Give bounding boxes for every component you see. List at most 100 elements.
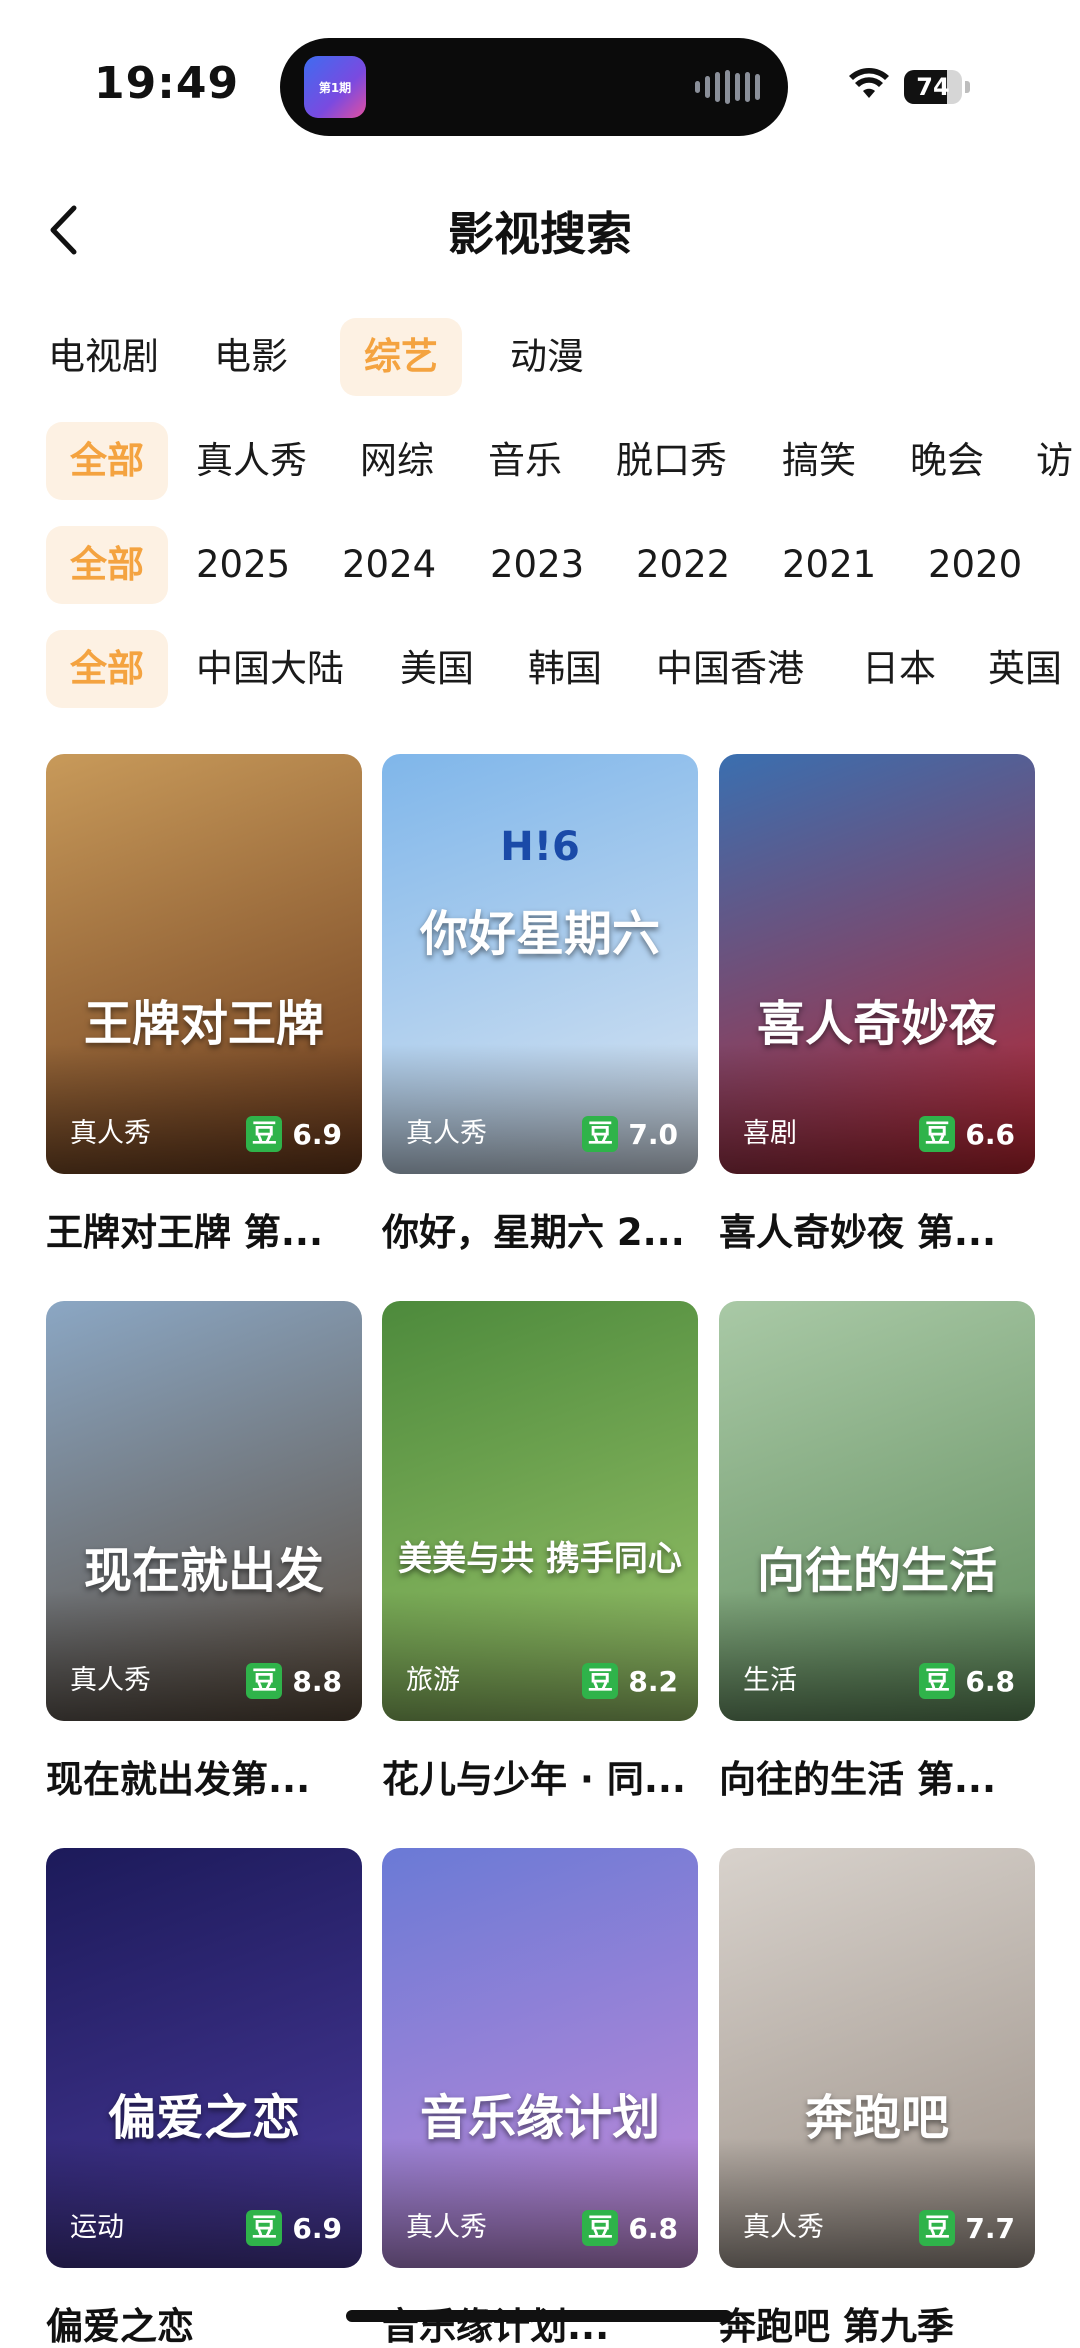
- genre-filter-reality[interactable]: 真人秀: [172, 422, 331, 500]
- region-filter-korea[interactable]: 韩国: [504, 630, 626, 708]
- genre-tag: 旅游: [406, 1665, 460, 1696]
- genre-tag: 真人秀: [406, 1118, 487, 1149]
- douban-icon: 豆: [582, 2210, 619, 2246]
- genre-filter-web[interactable]: 网综: [336, 422, 458, 500]
- rating-score: 8.2: [628, 1664, 678, 1698]
- douban-rating: 豆 7.7: [919, 2210, 1015, 2246]
- douban-rating: 豆 6.8: [582, 2210, 678, 2246]
- home-indicator[interactable]: [346, 2310, 732, 2322]
- tab-movie[interactable]: 电影: [190, 318, 312, 396]
- show-card[interactable]: 现在就出发 真人秀豆 8.8 现在就出发第...: [46, 1301, 362, 1803]
- douban-rating: 豆 6.9: [246, 1116, 342, 1152]
- wifi-icon: [849, 68, 889, 98]
- region-filter-hongkong[interactable]: 中国香港: [632, 630, 828, 708]
- poster-title: 你好星期六: [419, 906, 660, 962]
- douban-icon: 豆: [582, 1663, 619, 1699]
- show-poster[interactable]: 偏爱之恋 运动豆 6.9: [46, 1848, 362, 2268]
- live-activity-badge: 第1期: [318, 80, 352, 95]
- show-title[interactable]: 喜人奇妙夜 第...: [719, 1202, 1039, 1256]
- genre-tag: 喜剧: [743, 1118, 797, 1149]
- live-activity-app-icon[interactable]: 第1期: [304, 56, 366, 118]
- rating-score: 6.8: [965, 1664, 1015, 1698]
- show-title[interactable]: 现在就出发第...: [46, 1749, 366, 1803]
- douban-icon: 豆: [246, 1116, 283, 1152]
- show-card[interactable]: 偏爱之恋 运动豆 6.9 偏爱之恋: [46, 1848, 362, 2348]
- genre-tag: 真人秀: [70, 1665, 151, 1696]
- douban-icon: 豆: [582, 1116, 619, 1152]
- show-title[interactable]: 奔跑吧 第九季: [719, 2296, 1039, 2348]
- show-title[interactable]: 音乐缘计划...: [382, 2296, 702, 2348]
- show-card[interactable]: 音乐缘计划 真人秀豆 6.8 音乐缘计划...: [382, 1848, 698, 2348]
- genre-filter-all[interactable]: 全部: [46, 422, 168, 500]
- show-title[interactable]: 你好，星期六 2...: [382, 1202, 702, 1256]
- douban-icon: 豆: [246, 2210, 283, 2246]
- douban-icon: 豆: [919, 1116, 956, 1152]
- show-card[interactable]: 奔跑吧 真人秀豆 7.7 奔跑吧 第九季: [719, 1848, 1035, 2348]
- show-card[interactable]: 喜人奇妙夜 喜剧豆 6.6 喜人奇妙夜 第...: [719, 754, 1035, 1256]
- douban-rating: 豆 6.6: [919, 1116, 1015, 1152]
- region-filter-mainland[interactable]: 中国大陆: [172, 630, 368, 708]
- genre-filter-interview[interactable]: 访: [1012, 422, 1080, 500]
- douban-rating: 豆 6.9: [246, 2210, 342, 2246]
- show-title[interactable]: 向往的生活 第...: [719, 1749, 1039, 1803]
- douban-rating: 豆 8.2: [582, 1663, 678, 1699]
- rating-score: 6.9: [292, 2211, 342, 2245]
- douban-icon: 豆: [246, 1663, 283, 1699]
- show-poster[interactable]: 音乐缘计划 真人秀豆 6.8: [382, 1848, 698, 2268]
- rating-score: 8.8: [292, 1664, 342, 1698]
- douban-rating: 豆 6.8: [919, 1663, 1015, 1699]
- year-filter-2023[interactable]: 2023: [466, 526, 608, 604]
- genre-filter-music[interactable]: 音乐: [464, 422, 586, 500]
- genre-tag: 真人秀: [70, 1118, 151, 1149]
- genre-filter-gala[interactable]: 晚会: [886, 422, 1008, 500]
- tab-variety[interactable]: 综艺: [340, 318, 462, 396]
- show-poster[interactable]: 喜人奇妙夜 喜剧豆 6.6: [719, 754, 1035, 1174]
- genre-tag: 生活: [743, 1665, 797, 1696]
- status-bar: 19:49 第1期 74: [0, 0, 1080, 170]
- show-card[interactable]: H!6 你好星期六 真人秀豆 7.0 你好，星期六 2...: [382, 754, 698, 1256]
- show-card[interactable]: 美美与共 携手同心 旅游豆 8.2 花儿与少年 · 同...: [382, 1301, 698, 1803]
- show-card[interactable]: 王牌对王牌 真人秀豆 6.9 王牌对王牌 第...: [46, 754, 362, 1256]
- douban-icon: 豆: [919, 2210, 956, 2246]
- show-poster[interactable]: 向往的生活 生活豆 6.8: [719, 1301, 1035, 1721]
- show-title[interactable]: 花儿与少年 · 同...: [382, 1749, 702, 1803]
- dynamic-island[interactable]: 第1期: [280, 38, 788, 136]
- year-filter-2021[interactable]: 2021: [758, 526, 900, 604]
- region-filter-usa[interactable]: 美国: [376, 630, 498, 708]
- poster-title: 美美与共 携手同心: [398, 1539, 682, 1579]
- region-filter-all[interactable]: 全部: [46, 630, 168, 708]
- douban-icon: 豆: [919, 1663, 956, 1699]
- genre-filter-comedy[interactable]: 搞笑: [758, 422, 880, 500]
- show-poster[interactable]: 奔跑吧 真人秀豆 7.7: [719, 1848, 1035, 2268]
- status-time: 19:49: [94, 58, 240, 109]
- show-card[interactable]: 向往的生活 生活豆 6.8 向往的生活 第...: [719, 1301, 1035, 1803]
- year-filter-2024[interactable]: 2024: [318, 526, 460, 604]
- rating-score: 6.6: [965, 1117, 1015, 1151]
- show-title[interactable]: 偏爱之恋: [46, 2296, 366, 2348]
- douban-rating: 豆 8.8: [246, 1663, 342, 1699]
- genre-tag: 真人秀: [406, 2212, 487, 2243]
- tab-anime[interactable]: 动漫: [486, 318, 608, 396]
- region-filter-japan[interactable]: 日本: [838, 630, 960, 708]
- battery-icon: 74: [904, 70, 970, 104]
- show-poster[interactable]: 美美与共 携手同心旅游 豆 8.2: [382, 1301, 698, 1721]
- genre-filter-talk-show[interactable]: 脱口秀: [592, 422, 751, 500]
- year-filter-2022[interactable]: 2022: [612, 526, 754, 604]
- rating-score: 6.9: [292, 1117, 342, 1151]
- show-title[interactable]: 王牌对王牌 第...: [46, 1202, 366, 1256]
- year-filter-all[interactable]: 全部: [46, 526, 168, 604]
- battery-level: 74: [916, 73, 950, 101]
- show-poster[interactable]: H!6 你好星期六真人秀 豆 7.0: [382, 754, 698, 1174]
- douban-rating: 豆 7.0: [582, 1116, 678, 1152]
- region-filter-uk[interactable]: 英国: [964, 630, 1080, 708]
- show-poster[interactable]: 现在就出发 真人秀豆 8.8: [46, 1301, 362, 1721]
- genre-tag: 真人秀: [743, 2212, 824, 2243]
- year-filter-2020[interactable]: 2020: [904, 526, 1046, 604]
- poster-badge: H!6: [500, 824, 580, 870]
- rating-score: 6.8: [628, 2211, 678, 2245]
- genre-tag: 运动: [70, 2212, 124, 2243]
- tab-tv-series[interactable]: 电视剧: [24, 318, 183, 396]
- rating-score: 7.7: [965, 2211, 1015, 2245]
- show-poster[interactable]: 王牌对王牌 真人秀豆 6.9: [46, 754, 362, 1174]
- year-filter-2025[interactable]: 2025: [172, 526, 314, 604]
